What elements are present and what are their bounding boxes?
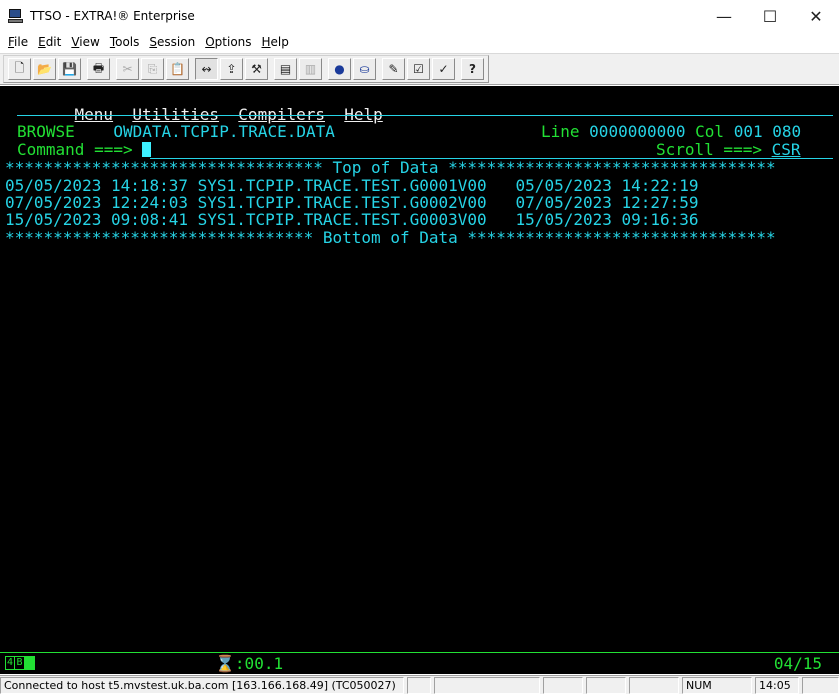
menu-tools[interactable]: Tools [105, 35, 145, 49]
menu-bar: File Edit View Tools Session Options Hel… [0, 32, 839, 52]
edit-icon[interactable]: ✎ [382, 58, 405, 80]
menu-view[interactable]: View [66, 35, 104, 49]
app-terminal-icon [8, 8, 24, 24]
status-pane-empty [629, 677, 679, 694]
minimize-button[interactable]: — [701, 0, 747, 32]
print-icon[interactable]: 🖶 [87, 58, 110, 80]
tools-icon[interactable]: ⚒ [245, 58, 268, 80]
screen2-icon[interactable]: ▥ [299, 58, 322, 80]
scroll-input[interactable]: CSR [772, 140, 801, 159]
macro-icon[interactable]: ⇪ [220, 58, 243, 80]
terminal-screen[interactable]: Menu Utilities Compilers Help BROWSE OWD… [0, 86, 839, 652]
table-row[interactable]: 15/05/2023 09:08:41 SYS1.TCPIP.TRACE.TES… [5, 211, 699, 229]
scroll-indicator: Scroll ===> CSR [656, 140, 801, 159]
response-timer: ⌛:00.1 [215, 654, 284, 673]
action-compilers[interactable]: Compilers [238, 105, 325, 124]
help-cursor-icon[interactable]: ? [461, 58, 484, 80]
paste-icon[interactable]: 📋 [166, 58, 189, 80]
cut-icon[interactable]: ✂ [116, 58, 139, 80]
col-range: 001 080 [733, 122, 802, 141]
toolbar-group: 🗋 📂 💾 🖶 ✂ ⎘ 📋 ↭ ⇪ ⚒ ▤ ▥ ● ⛀ ✎ ☑ ✓ ? [3, 55, 489, 83]
line-col-indicator: Line 0000000000 Col 001 080 [541, 122, 802, 141]
title-bar: TTSO - EXTRA!® Enterprise — ☐ ✕ [0, 0, 839, 32]
action-utilities[interactable]: Utilities [132, 105, 219, 124]
copy-icon[interactable]: ⎘ [141, 58, 164, 80]
transfer-icon[interactable]: ⛀ [353, 58, 376, 80]
command-line: Command ===> [17, 140, 152, 159]
record-icon[interactable]: ● [328, 58, 351, 80]
connect-icon[interactable]: ↭ [195, 58, 218, 80]
status-pane-empty [586, 677, 626, 694]
top-of-data-banner: ********************************* Top of… [5, 158, 776, 177]
status-pane-empty [802, 677, 839, 694]
maximize-button[interactable]: ☐ [747, 0, 793, 32]
cursor-position: 04/15 [773, 654, 822, 673]
operator-info-area: 4 B ⌛:00.1 04/15 [0, 652, 839, 674]
menu-file[interactable]: File [3, 35, 33, 49]
dataset-name: OWDATA.TCPIP.TRACE.DATA [113, 122, 335, 141]
menu-help[interactable]: Help [257, 35, 294, 49]
command-label: Command ===> [17, 140, 133, 159]
table-row[interactable]: 07/05/2023 12:24:03 SYS1.TCPIP.TRACE.TES… [5, 194, 699, 212]
clock: 14:05 [755, 677, 799, 694]
status-bar: Connected to host t5.mvstest.uk.ba.com [… [0, 675, 839, 694]
status-pane-empty [543, 677, 583, 694]
edit2-icon[interactable]: ☑ [407, 58, 430, 80]
table-row[interactable]: 05/05/2023 14:18:37 SYS1.TCPIP.TRACE.TES… [5, 177, 699, 195]
session-indicator: 4 B [5, 656, 37, 670]
check-icon[interactable]: ✓ [432, 58, 455, 80]
status-pane-empty [434, 677, 540, 694]
screen-icon[interactable]: ▤ [274, 58, 297, 80]
menu-edit[interactable]: Edit [33, 35, 66, 49]
menu-options[interactable]: Options [200, 35, 256, 49]
action-help[interactable]: Help [344, 105, 383, 124]
browse-mode: BROWSE [17, 122, 75, 141]
browse-header: BROWSE OWDATA.TCPIP.TRACE.DATA [17, 123, 335, 141]
menu-session[interactable]: Session [144, 35, 200, 49]
line-number: 0000000000 [589, 122, 686, 141]
connection-status: Connected to host t5.mvstest.uk.ba.com [… [0, 677, 404, 694]
window-title: TTSO - EXTRA!® Enterprise [30, 9, 195, 23]
bottom-of-data-banner: ******************************** Bottom … [5, 228, 776, 247]
action-bar-divider [17, 115, 833, 116]
close-button[interactable]: ✕ [793, 0, 839, 32]
save-icon[interactable]: 💾 [58, 58, 81, 80]
command-input[interactable] [142, 142, 152, 157]
toolbar: 🗋 📂 💾 🖶 ✂ ⎘ 📋 ↭ ⇪ ⚒ ▤ ▥ ● ⛀ ✎ ☑ ✓ ? [0, 53, 839, 85]
open-icon[interactable]: 📂 [33, 58, 56, 80]
num-lock-indicator: NUM [682, 677, 752, 694]
status-pane-empty [407, 677, 431, 694]
new-icon[interactable]: 🗋 [8, 58, 31, 80]
action-menu[interactable]: Menu [75, 105, 114, 124]
